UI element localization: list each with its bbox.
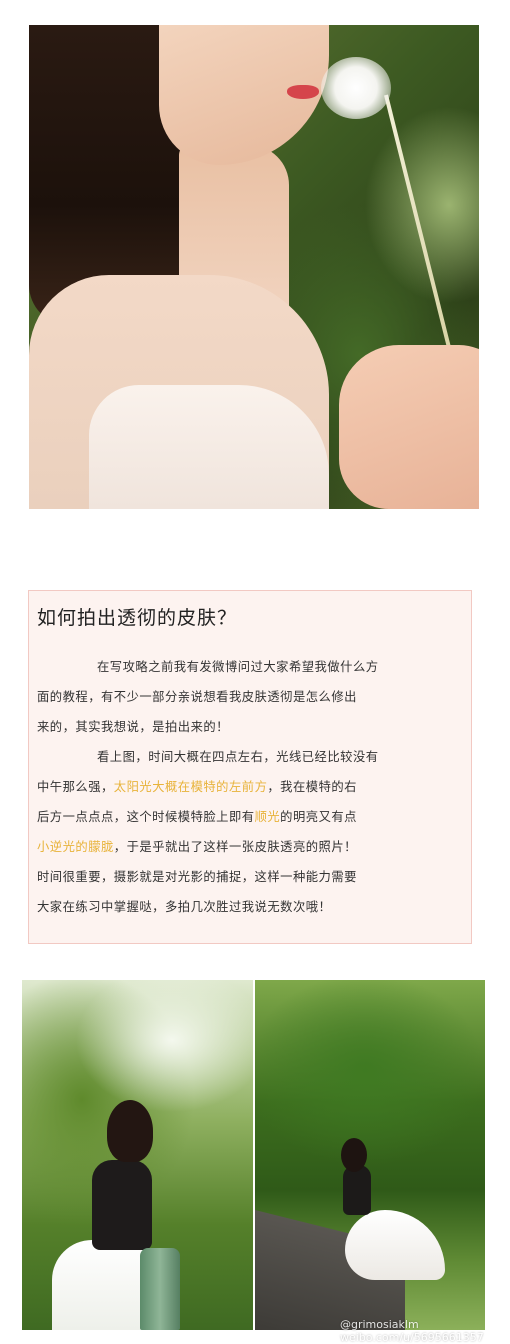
top-shape	[92, 1160, 152, 1250]
article-text-box: 如何拍出透彻的皮肤？ 在写攻略之前我有发微博问过大家希望我做什么方面的教程，有不…	[28, 590, 472, 944]
watermark-url: weibo.com/u/5695661357	[340, 1331, 484, 1344]
article-title: 如何拍出透彻的皮肤？	[37, 607, 238, 629]
article-line: 大家在练习中掌握哒，多拍几次胜过我说无数次哦！	[37, 897, 331, 915]
body-text: 看上图，时间大概在四点左右，光线已经比较没有	[97, 750, 379, 764]
body-text: 在写攻略之前我有发微博问过大家希望我做什么方	[97, 660, 379, 674]
body-text: 大家在练习中掌握哒，多拍几次胜过我说无数次哦！	[37, 900, 332, 914]
dandelion-puff	[321, 57, 391, 119]
highlighted-text: 顺光	[254, 810, 281, 824]
article-line: 在写攻略之前我有发微博问过大家希望我做什么方	[97, 657, 379, 675]
body-text: ，我在模特的右	[267, 780, 357, 794]
body-text: 的明亮又有点	[280, 810, 357, 824]
body-text: ，于是乎就出了这样一张皮肤透亮的照片！	[113, 840, 357, 854]
body-text: 中午那么强，	[37, 780, 114, 794]
article-line: 后方一点点点，这个时候模特脸上即有顺光的明亮又有点	[37, 807, 357, 825]
article-line: 来的，其实我想说，是拍出来的！	[37, 717, 229, 735]
article-line: 小逆光的朦胧，于是乎就出了这样一张皮肤透亮的照片！	[37, 837, 357, 855]
article-line: 中午那么强，太阳光大概在模特的左前方，我在模特的右	[37, 777, 357, 795]
body-text: 后方一点点点，这个时候模特脸上即有	[37, 810, 255, 824]
highlighted-text: 小逆光的朦胧	[37, 840, 114, 854]
article-line: 面的教程，有不少一部分亲说想看我皮肤透彻是怎么修出	[37, 687, 357, 705]
body-text: 时间很重要，摄影就是对光影的捕捉，这样一种能力需要	[37, 870, 357, 884]
watermark-handle: @grimosiaklm	[340, 1318, 419, 1331]
right-photo	[255, 980, 485, 1330]
lips-shape	[287, 85, 319, 99]
hero-photo	[29, 25, 479, 509]
body-text: 来的，其实我想说，是拍出来的！	[37, 720, 229, 734]
head-shape	[341, 1138, 367, 1172]
top-shape	[343, 1165, 371, 1215]
dress-shape	[345, 1210, 445, 1280]
watermark: @grimosiaklm weibo.com/u/5695661357	[340, 1318, 484, 1344]
dandelion-stem	[384, 94, 451, 348]
kettle-shape	[140, 1248, 180, 1330]
article-line: 时间很重要，摄影就是对光影的捕捉，这样一种能力需要	[37, 867, 357, 885]
head-shape	[107, 1100, 153, 1162]
hand-shape	[339, 345, 479, 509]
body-text: 面的教程，有不少一部分亲说想看我皮肤透彻是怎么修出	[37, 690, 357, 704]
highlighted-text: 太阳光大概在模特的左前方	[113, 780, 268, 794]
dress-shape	[89, 385, 329, 509]
article-line: 看上图，时间大概在四点左右，光线已经比较没有	[97, 747, 379, 765]
left-photo	[22, 980, 253, 1330]
